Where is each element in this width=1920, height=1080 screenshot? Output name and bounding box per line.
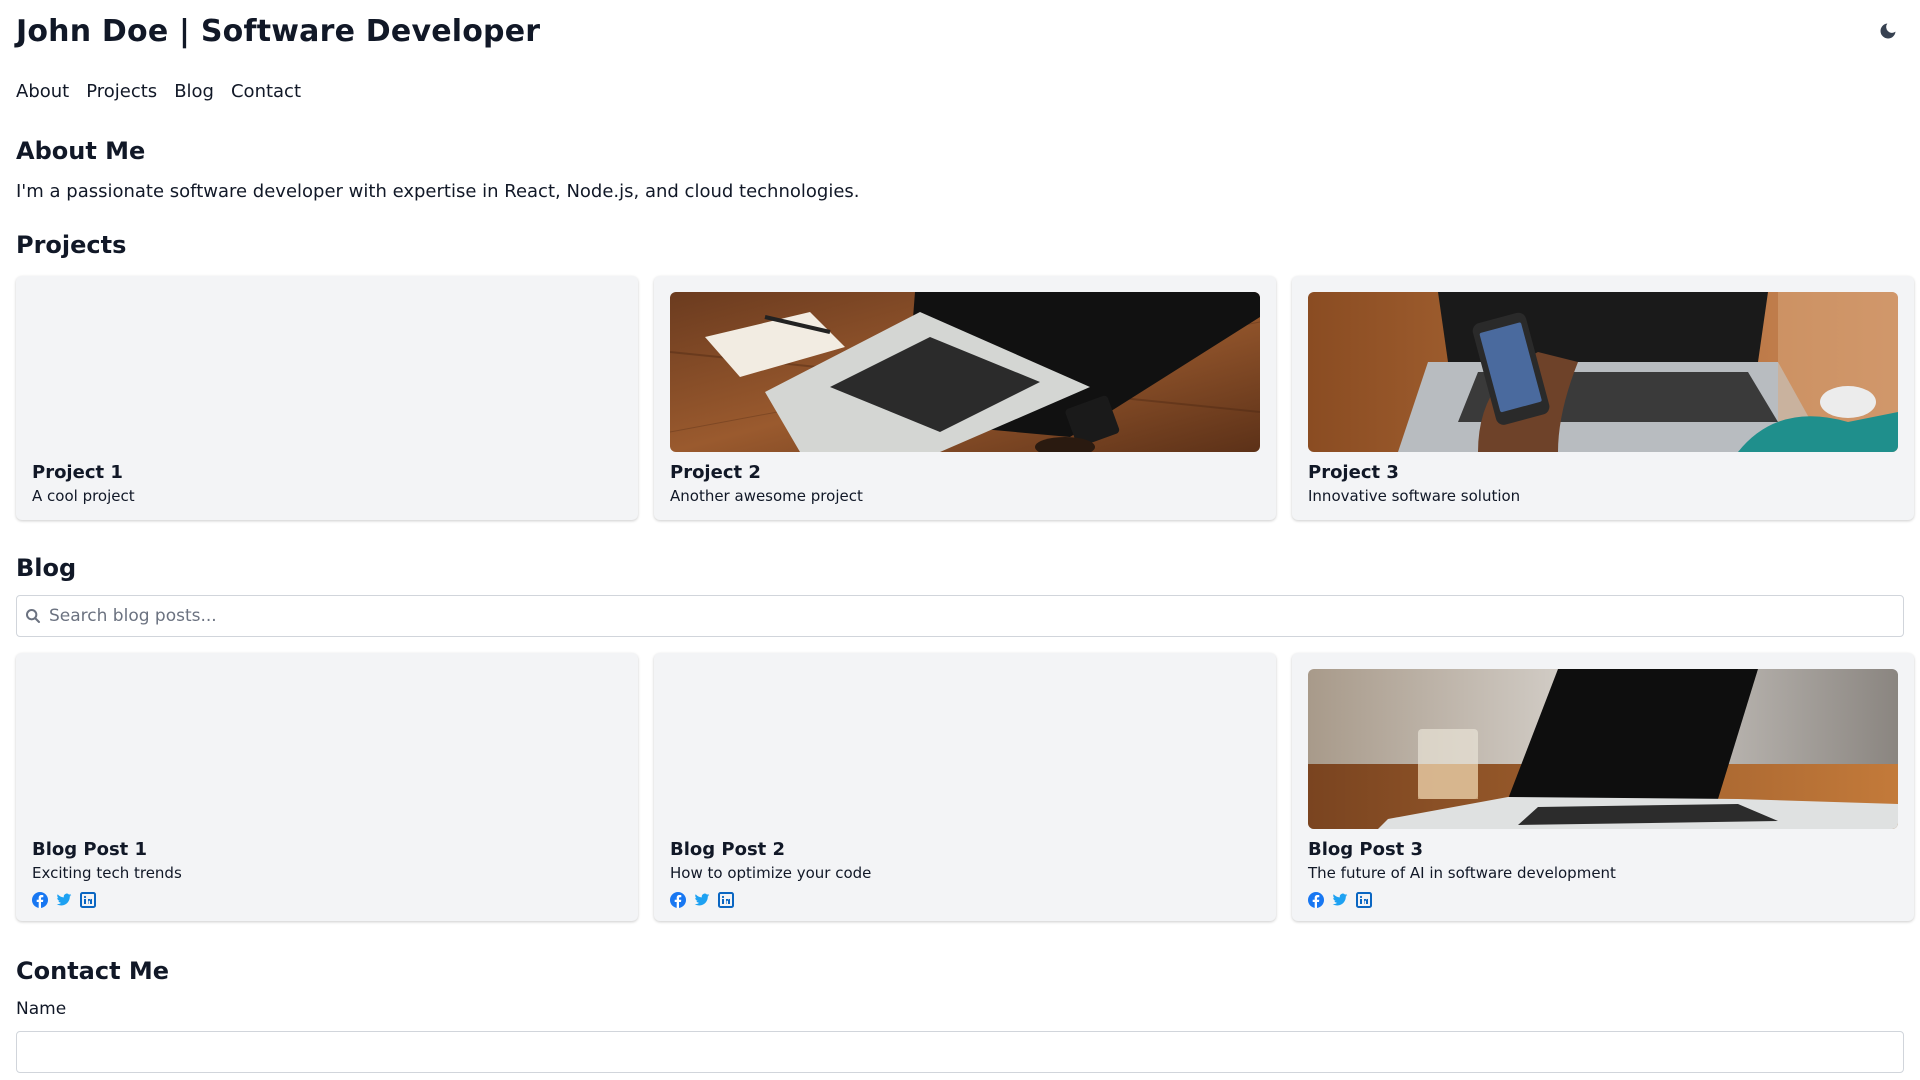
project-card[interactable]: Project 1 A cool project xyxy=(16,276,638,520)
blog-post-excerpt: How to optimize your code xyxy=(670,864,872,882)
main-nav: About Projects Blog Contact xyxy=(16,61,1904,121)
project-description: Innovative software solution xyxy=(1308,487,1521,505)
blog-search xyxy=(16,595,1904,637)
contact-section: Contact Me Name xyxy=(16,957,1904,1073)
about-text: I'm a passionate software developer with… xyxy=(16,181,860,202)
linkedin-icon[interactable] xyxy=(80,892,96,908)
project-card[interactable]: Project 3 Innovative software solution xyxy=(1292,276,1914,520)
nav-link-projects[interactable]: Projects xyxy=(86,81,157,102)
projects-section: Projects Project 1 A cool project Projec… xyxy=(16,231,1914,520)
search-icon xyxy=(25,608,41,624)
contact-title: Contact Me xyxy=(16,957,170,985)
facebook-icon[interactable] xyxy=(1308,892,1324,908)
blog-post-title: Blog Post 3 xyxy=(1308,839,1424,860)
site-title: John Doe | Software Developer xyxy=(16,13,541,49)
blog-post-excerpt: The future of AI in software development xyxy=(1308,864,1616,882)
share-buttons xyxy=(670,892,1260,908)
name-field[interactable] xyxy=(16,1031,1904,1073)
projects-grid: Project 1 A cool project Project 2 Anoth… xyxy=(16,276,1914,520)
blog-title: Blog xyxy=(16,554,77,582)
blog-card[interactable]: Blog Post 2 How to optimize your code xyxy=(654,653,1276,921)
twitter-icon[interactable] xyxy=(56,892,72,908)
blog-grid: Blog Post 1 Exciting tech trends Blog Po… xyxy=(16,653,1914,921)
moon-icon[interactable] xyxy=(1874,17,1902,45)
blog-image xyxy=(1308,669,1898,829)
project-title: Project 3 xyxy=(1308,462,1399,483)
project-image xyxy=(670,292,1260,452)
about-title: About Me xyxy=(16,137,146,165)
blog-post-title: Blog Post 1 xyxy=(32,839,148,860)
project-image-placeholder xyxy=(32,292,622,452)
blog-image-placeholder xyxy=(670,669,1260,829)
nav-link-contact[interactable]: Contact xyxy=(231,81,301,102)
nav-link-blog[interactable]: Blog xyxy=(174,81,214,102)
nav-link-about[interactable]: About xyxy=(16,81,69,102)
project-description: A cool project xyxy=(32,487,135,505)
blog-section: Blog Blog Post 1 Exciting tech trends Bl xyxy=(16,554,1914,921)
about-section: About Me I'm a passionate software devel… xyxy=(16,137,1904,205)
share-buttons xyxy=(32,892,622,908)
project-card[interactable]: Project 2 Another awesome project xyxy=(654,276,1276,520)
project-description: Another awesome project xyxy=(670,487,863,505)
site-header: John Doe | Software Developer xyxy=(16,0,1904,62)
facebook-icon[interactable] xyxy=(670,892,686,908)
project-title: Project 1 xyxy=(32,462,123,483)
search-input[interactable] xyxy=(47,605,1903,627)
project-image xyxy=(1308,292,1898,452)
twitter-icon[interactable] xyxy=(694,892,710,908)
blog-post-excerpt: Exciting tech trends xyxy=(32,864,182,882)
twitter-icon[interactable] xyxy=(1332,892,1348,908)
blog-card[interactable]: Blog Post 3 The future of AI in software… xyxy=(1292,653,1914,921)
project-title: Project 2 xyxy=(670,462,761,483)
linkedin-icon[interactable] xyxy=(1356,892,1372,908)
projects-title: Projects xyxy=(16,231,127,259)
blog-post-title: Blog Post 2 xyxy=(670,839,786,860)
name-label: Name xyxy=(16,999,67,1019)
share-buttons xyxy=(1308,892,1898,908)
blog-image-placeholder xyxy=(32,669,622,829)
linkedin-icon[interactable] xyxy=(718,892,734,908)
facebook-icon[interactable] xyxy=(32,892,48,908)
blog-card[interactable]: Blog Post 1 Exciting tech trends xyxy=(16,653,638,921)
